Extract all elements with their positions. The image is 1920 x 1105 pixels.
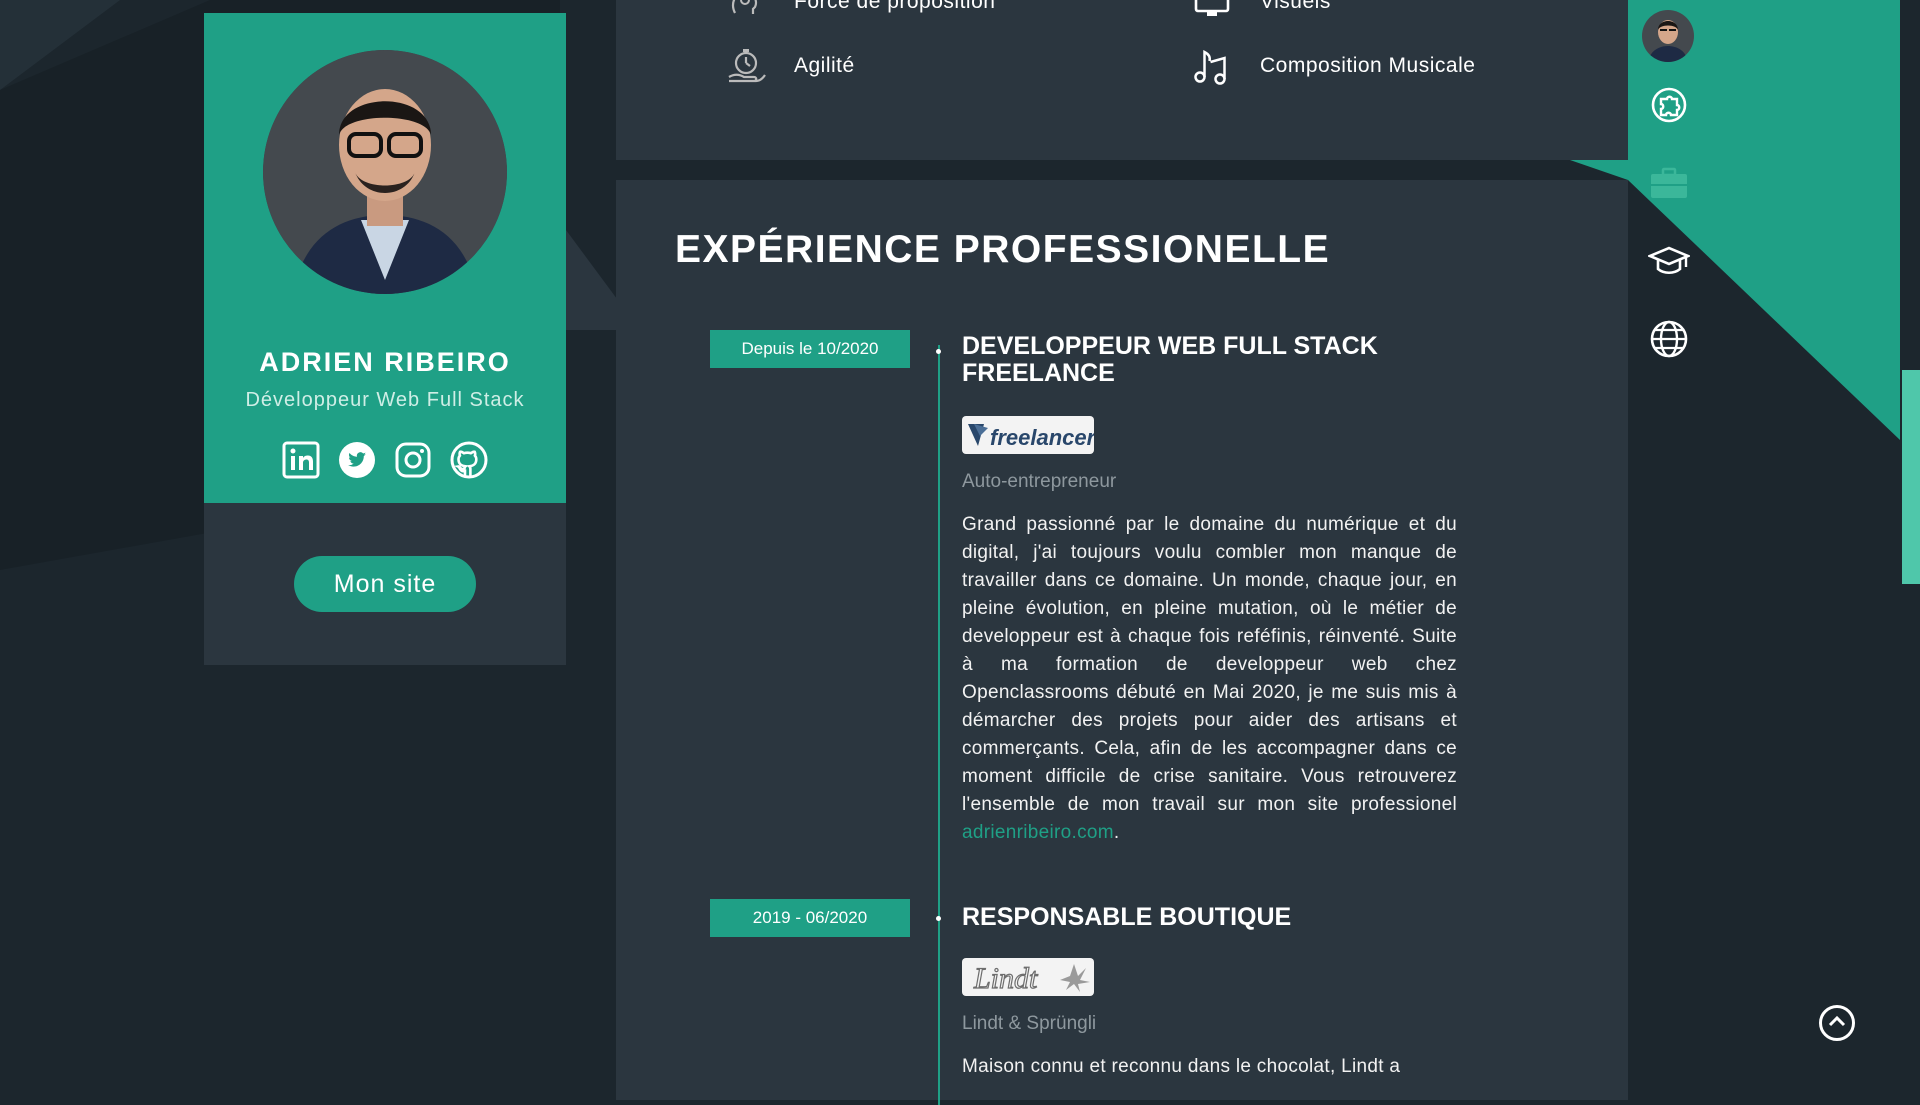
my-site-button[interactable]: Mon site — [294, 556, 476, 612]
job-description: Maison connu et reconnu dans le chocolat… — [962, 1056, 1401, 1077]
music-notes-icon — [1190, 44, 1234, 88]
skill-label: Force de proposition — [794, 0, 996, 13]
github-icon[interactable] — [449, 440, 489, 480]
nav-education[interactable] — [1646, 241, 1692, 286]
job-title: DEVELOPPEUR WEB FULL STACK FREELANCE — [962, 332, 1378, 387]
scrollbar-thumb[interactable] — [1902, 370, 1920, 584]
instagram-icon[interactable] — [393, 440, 433, 480]
skill-label: Composition Musicale — [1260, 54, 1476, 77]
timeline-dot — [936, 349, 941, 354]
experience-panel: EXPÉRIENCE PROFESSIONELLE Depuis le 10/2… — [616, 180, 1628, 1105]
stopwatch-hand-icon — [724, 44, 768, 88]
job-title: RESPONSABLE BOUTIQUE — [962, 903, 1292, 931]
logo-text: freelancer — [990, 425, 1094, 450]
job-description-text: Grand passionné par le domaine du numéri… — [962, 514, 1457, 815]
head-gears-icon — [724, 0, 768, 24]
skill-agilite: Agilité — [724, 44, 855, 88]
profile-card: ADRIEN RIBEIRO Développeur Web Full Stac… — [204, 13, 566, 665]
company-logo-lindt: Lindt — [962, 958, 1094, 996]
profile-role: Développeur Web Full Stack — [245, 389, 525, 411]
skill-label: Visuels — [1260, 0, 1331, 13]
skill-force-de-proposition: Force de proposition — [724, 0, 995, 24]
nav-skills[interactable] — [1648, 86, 1690, 128]
job-date-badge: Depuis le 10/2020 — [710, 330, 910, 368]
timeline-line — [938, 345, 940, 1105]
back-to-top-button[interactable] — [1819, 1005, 1855, 1041]
puzzle-icon — [1649, 85, 1689, 130]
avatar — [1642, 10, 1694, 62]
timeline-dot — [936, 916, 941, 921]
globe-icon — [1649, 319, 1689, 364]
job-description-end: . — [1113, 822, 1120, 843]
company-name: Lindt & Sprüngli — [962, 1013, 1097, 1034]
skills-panel: Force de proposition Visuels Agilité Com… — [616, 0, 1628, 160]
skill-composition-musicale: Composition Musicale — [1190, 44, 1475, 88]
job-date-badge: 2019 - 06/2020 — [710, 899, 910, 937]
twitter-icon[interactable] — [337, 440, 377, 480]
briefcase-icon — [1649, 163, 1689, 208]
profile-photo — [263, 50, 507, 294]
job-description: Grand passionné par le domaine du numéri… — [962, 511, 1457, 847]
nav-profile-avatar[interactable] — [1642, 10, 1694, 62]
logo-text: Lindt — [973, 962, 1038, 995]
company-logo-freelancer: freelancer — [962, 416, 1094, 454]
social-links — [204, 440, 566, 480]
section-title: EXPÉRIENCE PROFESSIONELLE — [675, 228, 1331, 271]
linkedin-icon[interactable] — [281, 440, 321, 480]
graduation-cap-icon — [1646, 241, 1692, 286]
skill-visuels: Visuels — [1190, 0, 1331, 24]
chevron-up-icon — [1828, 1014, 1846, 1033]
skill-label: Agilité — [794, 54, 855, 77]
nav-experience[interactable] — [1648, 164, 1690, 206]
portfolio-link[interactable]: adrienribeiro.com — [962, 822, 1114, 843]
monitor-icon — [1190, 0, 1234, 24]
nav-languages[interactable] — [1648, 320, 1690, 362]
profile-header: ADRIEN RIBEIRO Développeur Web Full Stac… — [204, 13, 566, 503]
company-name: Auto-entrepreneur — [962, 471, 1117, 492]
profile-name: ADRIEN RIBEIRO — [259, 347, 511, 377]
